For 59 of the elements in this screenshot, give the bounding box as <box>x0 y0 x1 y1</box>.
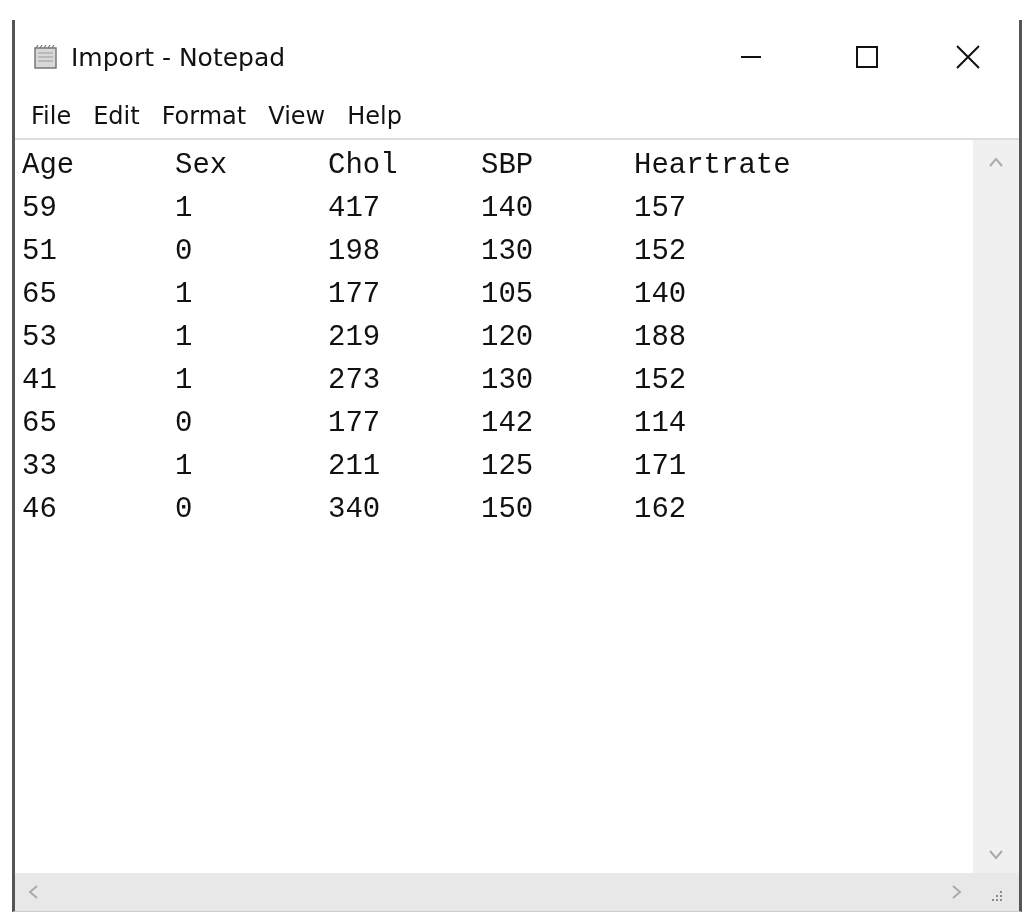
text-editor[interactable]: Age Sex Chol SBP Heartrate 59 1 417 140 157 51 0 198 130 152 65 1 177 105 140 53 1 219 120 188 41 1 273 130 152 65 0 177 142 114 33 1 211 125 171 46 0 340 150 162 <box>15 140 973 873</box>
column-header-text: SBP <box>481 149 535 182</box>
data-value: 211 <box>328 450 382 483</box>
data-value: 0 <box>175 493 194 526</box>
data-value: 162 <box>634 493 688 526</box>
data-value: 1 <box>175 364 194 397</box>
data-value: 51 <box>22 235 58 268</box>
scroll-left-icon[interactable] <box>27 884 39 900</box>
data-value: 219 <box>328 321 382 354</box>
data-value: 1 <box>175 450 194 483</box>
data-value: 150 <box>481 493 535 526</box>
data-value: 46 <box>22 493 58 526</box>
scroll-up-icon[interactable] <box>988 156 1004 168</box>
data-value: 177 <box>328 278 382 311</box>
data-value: 1 <box>175 321 194 354</box>
data-value: 59 <box>22 192 58 225</box>
data-value: 340 <box>328 493 382 526</box>
horizontal-scrollbar[interactable] <box>15 873 973 911</box>
data-value: 417 <box>328 192 382 225</box>
data-value: 171 <box>634 450 688 483</box>
data-value: 140 <box>481 192 535 225</box>
data-value: 188 <box>634 321 688 354</box>
data-value: 53 <box>22 321 58 354</box>
data-value: 130 <box>481 235 535 268</box>
data-value: 65 <box>22 407 58 440</box>
data-value: 120 <box>481 321 535 354</box>
column-header-text: Chol <box>328 149 399 182</box>
data-value: 0 <box>175 235 194 268</box>
menu-item[interactable]: Help <box>345 102 404 130</box>
data-value: 33 <box>22 450 58 483</box>
data-value: 65 <box>22 278 58 311</box>
data-value: 152 <box>634 235 688 268</box>
data-value: 130 <box>481 364 535 397</box>
data-value: 0 <box>175 407 194 440</box>
column-header-text: Heartrate <box>634 149 787 182</box>
column-header-text: Sex <box>175 149 229 182</box>
column-header-text: Age <box>22 149 76 182</box>
menu-item[interactable]: File <box>29 102 74 130</box>
scroll-right-icon[interactable] <box>951 884 963 900</box>
data-value: 142 <box>481 407 535 440</box>
notepad-icon <box>33 45 59 69</box>
data-value: 273 <box>328 364 382 397</box>
data-value: 125 <box>481 450 535 483</box>
data-value: 41 <box>22 364 58 397</box>
menu-item[interactable]: Edit <box>91 102 142 130</box>
scroll-down-icon[interactable] <box>988 849 1004 861</box>
data-value: 1 <box>175 278 194 311</box>
data-value: 152 <box>634 364 688 397</box>
data-value: 105 <box>481 278 535 311</box>
data-value: 198 <box>328 235 382 268</box>
data-value: 140 <box>634 278 688 311</box>
menu-item[interactable]: Format <box>159 102 249 130</box>
window-title: Import - Notepad <box>71 42 286 72</box>
data-value: 157 <box>634 192 688 225</box>
menu-item[interactable]: View <box>266 102 328 130</box>
vertical-scrollbar[interactable] <box>973 140 1019 873</box>
data-value: 177 <box>328 407 382 440</box>
data-value: 114 <box>634 407 688 440</box>
data-value: 1 <box>175 192 194 225</box>
